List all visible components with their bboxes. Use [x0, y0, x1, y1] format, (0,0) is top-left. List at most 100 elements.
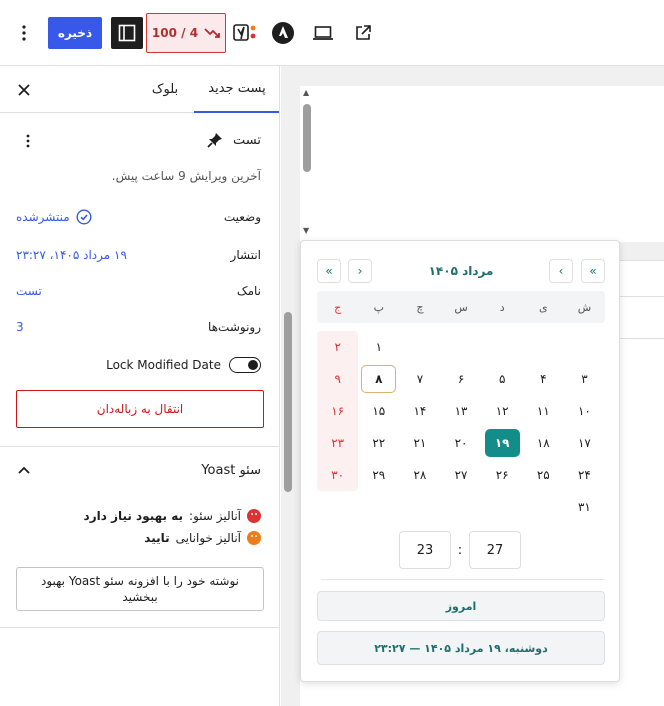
yoast-panel-title: سئو Yoast — [201, 462, 261, 478]
weekday-label: د — [499, 300, 505, 314]
calendar-day[interactable]: ۵ — [482, 363, 523, 395]
calendar-day[interactable]: ۲۲ — [358, 427, 399, 459]
calendar-day[interactable]: ۱۸ — [523, 427, 564, 459]
improve-with-yoast-button[interactable]: نوشته خود را با افزونه سئو Yoast بهبود ب… — [16, 567, 264, 611]
seo-analysis-value: به بهبود نیاز دارد — [83, 509, 184, 523]
previous-year-button[interactable]: « — [581, 259, 605, 283]
calendar-day[interactable]: ۹ — [317, 363, 359, 395]
calendar-day[interactable]: ۲۸ — [399, 459, 440, 491]
slug-link[interactable]: تست — [16, 284, 42, 298]
calendar-empty-cell — [317, 491, 358, 523]
tab-post[interactable]: پست جدید — [194, 66, 279, 113]
post-actions-menu-button[interactable] — [18, 130, 38, 152]
editor-block-area[interactable] — [300, 86, 664, 242]
sidebar-scrollbar-thumb[interactable] — [284, 312, 292, 492]
calendar-day[interactable]: ۱۹ — [482, 427, 523, 459]
calendar-day[interactable]: ۳۰ — [317, 459, 359, 491]
view-post-button[interactable] — [350, 20, 376, 46]
calendar-day[interactable]: ۲۴ — [564, 459, 605, 491]
calendar-empty-cell — [564, 331, 605, 363]
calendar-day-number: ۱ — [375, 340, 383, 354]
astra-logo-icon — [272, 22, 294, 44]
calendar-week: ۳ ۴ ۵ ۶ ۷ ۸ ۹ — [317, 363, 605, 395]
close-icon — [18, 84, 30, 96]
weekday-label: چ — [416, 300, 424, 314]
calendar-day[interactable]: ۸ — [358, 363, 399, 395]
calendar-day[interactable]: ۱ — [358, 331, 399, 363]
preview-button[interactable] — [310, 20, 336, 46]
time-separator: : — [457, 542, 463, 558]
calendar-day[interactable]: ۱۷ — [564, 427, 605, 459]
status-toggle[interactable]: منتشرشده — [16, 209, 92, 225]
editor-scrollbar-thumb[interactable] — [303, 104, 311, 172]
settings-sidebar: پست جدید بلوک تست آخرین ویرایش 9 ساعت پی… — [0, 66, 280, 706]
readability-analysis-row: آنالیز خوانایی تایید — [144, 528, 261, 548]
sad-face-icon — [247, 509, 261, 523]
calendar-day[interactable]: ۱۰ — [564, 395, 605, 427]
settings-sidebar-toggle[interactable] — [111, 17, 143, 49]
move-to-trash-button[interactable]: انتقال به زباله‌دان — [16, 390, 264, 428]
calendar-day[interactable]: ۱۳ — [441, 395, 482, 427]
calendar-day-number: ۸ — [361, 365, 397, 393]
calendar-day[interactable]: ۲۶ — [482, 459, 523, 491]
calendar-day-number: ۷ — [416, 372, 424, 386]
readability-prefix: آنالیز خوانایی — [175, 531, 241, 545]
seo-score-button[interactable]: 100 / 4 — [146, 13, 226, 53]
calendar-day[interactable]: ۱۱ — [523, 395, 564, 427]
calendar-day[interactable]: ۱۵ — [358, 395, 399, 427]
seo-score-value: 100 / 4 — [151, 26, 199, 40]
today-button[interactable]: امروز — [317, 591, 605, 621]
scroll-up-arrow-icon[interactable]: ▲ — [303, 88, 309, 97]
published-check-icon — [76, 209, 92, 225]
calendar-day-number: ۲۴ — [577, 468, 591, 482]
yoast-panel-header[interactable]: سئو Yoast — [16, 458, 261, 482]
time-inputs: 23 : 27 — [399, 530, 521, 570]
calendar-day[interactable]: ۲ — [317, 331, 359, 363]
publish-date-toggle[interactable]: ۱۹ مرداد ۱۴۰۵، ۲۳:۲۷ — [16, 248, 127, 262]
calendar-day[interactable]: ۴ — [523, 363, 564, 395]
hour-input[interactable]: 23 — [399, 531, 451, 569]
lock-modified-toggle[interactable] — [229, 357, 261, 373]
calendar-day-number: ۱۰ — [577, 404, 591, 418]
previous-month-button[interactable]: ‹ — [549, 259, 573, 283]
scroll-down-arrow-icon[interactable]: ▼ — [303, 226, 309, 235]
calendar-day[interactable]: ۲۵ — [523, 459, 564, 491]
weekday-label: س — [454, 300, 468, 314]
calendar-day[interactable]: ۳۱ — [564, 491, 605, 523]
calendar-day-number: ۵ — [498, 372, 506, 386]
astra-button[interactable] — [270, 20, 296, 46]
revisions-row: رونوشت‌ها 3 — [16, 316, 261, 338]
neutral-face-icon — [247, 531, 261, 545]
calendar-day[interactable]: ۲۹ — [358, 459, 399, 491]
calendar-day[interactable]: ۱۶ — [317, 395, 359, 427]
calendar-day[interactable]: ۲۱ — [399, 427, 440, 459]
more-vertical-icon — [22, 25, 26, 41]
calendar-week: ۱۷ ۱۸ ۱۹ ۲۰ ۲۱ ۲۲ ۲۳ — [317, 427, 605, 459]
calendar-day[interactable]: ۱۴ — [399, 395, 440, 427]
calendar-day[interactable]: ۲۷ — [441, 459, 482, 491]
trend-down-icon — [204, 28, 220, 38]
calendar-day[interactable]: ۲۰ — [441, 427, 482, 459]
calendar-day-number: ۲۹ — [372, 468, 386, 482]
options-menu-button[interactable] — [12, 20, 36, 46]
minute-input[interactable]: 27 — [468, 531, 521, 569]
calendar-day[interactable]: ۶ — [441, 363, 482, 395]
calendar-day[interactable]: ۱۲ — [482, 395, 523, 427]
calendar-day-number: ۲ — [334, 340, 341, 354]
calendar-empty-cell — [358, 491, 399, 523]
calendar-day-number: ۱۹ — [484, 429, 520, 457]
yoast-button[interactable] — [232, 20, 260, 46]
save-button[interactable]: ذخیره — [48, 17, 102, 49]
weekday-label: ج — [334, 300, 342, 314]
lock-modified-row: Lock Modified Date — [16, 354, 261, 376]
calendar-day[interactable]: ۲۳ — [317, 427, 359, 459]
calendar-empty-cell — [523, 491, 564, 523]
tab-block[interactable]: بلوک — [140, 66, 190, 113]
slug-label: نامک — [236, 284, 261, 298]
revisions-link[interactable]: 3 — [16, 320, 24, 334]
calendar-day[interactable]: ۳ — [564, 363, 605, 395]
calendar-day[interactable]: ۷ — [399, 363, 440, 395]
calendar-day-number: ۹ — [334, 372, 341, 386]
divider — [321, 579, 605, 580]
close-sidebar-button[interactable] — [12, 78, 36, 102]
